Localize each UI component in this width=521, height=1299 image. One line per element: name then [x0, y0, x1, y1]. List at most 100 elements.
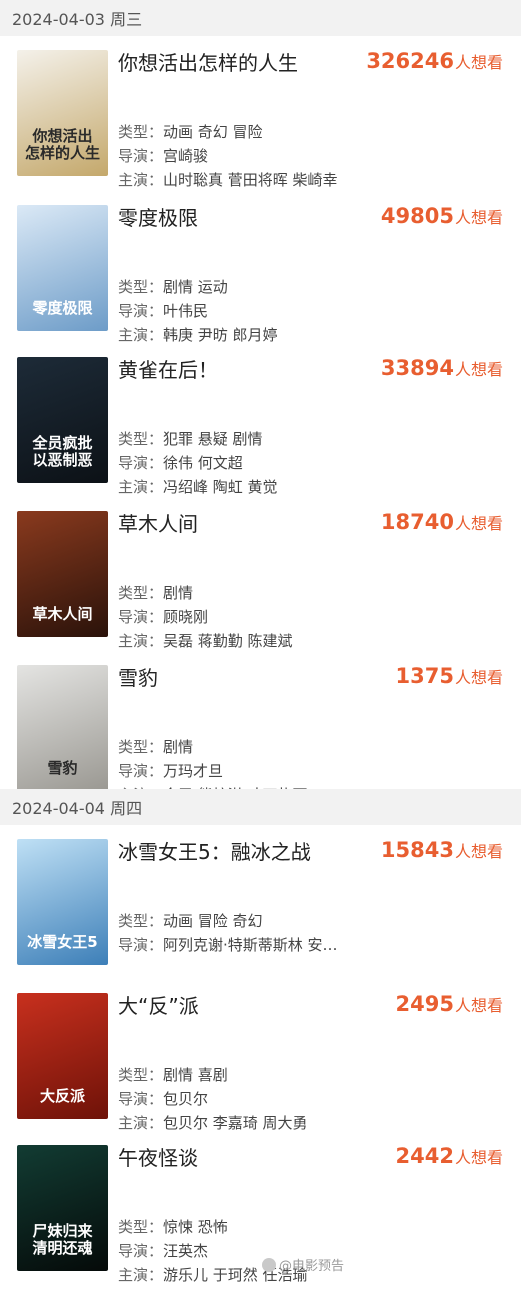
- genre-row-value: 惊悚 恐怖: [163, 1218, 228, 1236]
- genre-row-label: 类型：: [118, 1066, 164, 1084]
- director-row-value: 顾晓刚: [163, 608, 209, 626]
- director-row-label: 导演：: [118, 762, 164, 780]
- poster-title-art: 全员疯批 以恶制恶: [32, 434, 93, 469]
- director-row-label: 导演：: [118, 1242, 164, 1260]
- movie-poster[interactable]: 你想活出 怎样的人生: [17, 50, 108, 176]
- poster-title-art: 大反派: [39, 1087, 85, 1105]
- movie-item[interactable]: 你想活出 怎样的人生 你想活出怎样的人生 326246 人想看 类型：动画 奇幻 冒险 导演…: [0, 47, 521, 204]
- cast-row-label: 主演：: [118, 171, 164, 189]
- genre-row-value: 动画 冒险 奇幻: [163, 912, 263, 930]
- cast-row: 主演：韩庚 尹昉 郎月婷: [118, 324, 278, 345]
- wish-count-number: 15843: [380, 838, 454, 862]
- genre-row: 类型：剧情 运动: [118, 276, 228, 297]
- genre-row-label: 类型：: [118, 123, 164, 141]
- genre-row: 类型：动画 冒险 奇幻: [118, 910, 263, 931]
- wish-count-label: 人想看: [454, 996, 503, 1015]
- poster-title-art: 草木人间: [32, 605, 93, 623]
- movie-poster[interactable]: 冰雪女王5: [17, 839, 108, 965]
- wish-count: 33894 人想看: [381, 356, 503, 380]
- movie-title[interactable]: 雪豹: [118, 662, 158, 691]
- director-row: 导演：万玛才旦: [118, 760, 223, 781]
- director-row-value: 阿列克谢·特斯蒂斯林 安…: [163, 936, 338, 954]
- watermark-text: @电影预告: [279, 1259, 345, 1274]
- movie-item[interactable]: 大反派 大“反”派 2495 人想看 类型：剧情 喜剧 导演：包贝尔 主演：包贝尔 李嘉琦 …: [0, 990, 521, 1147]
- cast-row-label: 主演：: [118, 1266, 164, 1284]
- wish-count-number: 18740: [380, 510, 454, 534]
- cast-row-label: 主演：: [118, 1114, 164, 1132]
- poster-title-art: 你想活出 怎样的人生: [24, 127, 100, 162]
- cast-row-value: 包贝尔 李嘉琦 周大勇: [163, 1114, 308, 1132]
- director-row: 导演：包贝尔: [118, 1088, 208, 1109]
- poster-title-art: 尸妹归来 清明还魂: [32, 1222, 93, 1257]
- movie-item[interactable]: 冰雪女王5 冰雪女王5：融冰之战 15843 人想看 类型：动画 冒险 奇幻 导演：阿列克…: [0, 836, 521, 993]
- movie-item[interactable]: 全员疯批 以恶制恶 黄雀在后！ 33894 人想看类型：犯罪 悬疑 剧情 导演：徐伟 何文…: [0, 354, 521, 511]
- genre-row-label: 类型：: [118, 278, 164, 296]
- movie-poster[interactable]: 尸妹归来 清明还魂: [17, 1145, 108, 1271]
- date-header: 2024-04-03 周三: [0, 0, 521, 36]
- director-row: 导演：叶伟民: [118, 300, 208, 321]
- wish-count-label: 人想看: [454, 53, 503, 72]
- wish-count-number: 326246: [366, 49, 454, 73]
- watermark: @电影预告: [262, 1255, 344, 1274]
- cast-row: 主演：冯绍峰 陶虹 黄觉: [118, 476, 278, 497]
- genre-row: 类型：犯罪 悬疑 剧情: [118, 428, 263, 449]
- cast-row-value: 山时聡真 菅田将晖 柴崎幸: [163, 171, 338, 189]
- movie-title[interactable]: 草木人间: [118, 508, 198, 537]
- wish-count: 1375 人想看: [396, 664, 503, 688]
- director-row: 导演：阿列克谢·特斯蒂斯林 安…: [118, 934, 338, 955]
- movie-item[interactable]: 尸妹归来 清明还魂 午夜怪谈 2442 人想看 类型：惊悚 恐怖 导演：汪英杰 主演：游乐儿 …: [0, 1142, 521, 1299]
- wish-count: 326246 人想看: [366, 49, 503, 73]
- movie-item[interactable]: 零度极限 零度极限 49805 人想看 类型：剧情 运动 导演：叶伟民 主演：韩庚 尹昉 郎…: [0, 202, 521, 359]
- movie-title[interactable]: 黄雀在后！: [118, 354, 218, 383]
- director-row-label: 导演：: [118, 302, 164, 320]
- movie-title[interactable]: 午夜怪谈: [118, 1142, 198, 1171]
- genre-row-value: 犯罪 悬疑 剧情: [163, 430, 263, 448]
- director-row: 导演：顾晓刚: [118, 606, 208, 627]
- director-row-label: 导演：: [118, 454, 164, 472]
- wish-count: 18740 人想看: [381, 510, 503, 534]
- wish-count: 2442 人想看: [396, 1144, 503, 1168]
- director-row: 导演：徐伟 何文超: [118, 452, 243, 473]
- wish-count-number: 33894: [380, 356, 454, 380]
- genre-row: 类型：剧情: [118, 582, 193, 603]
- director-row-value: 宫崎骏: [163, 147, 209, 165]
- movie-title[interactable]: 零度极限: [118, 202, 198, 231]
- weibo-logo-icon: [262, 1257, 276, 1272]
- director-row-value: 包贝尔: [163, 1090, 209, 1108]
- cast-row: 主演：吴磊 蒋勤勤 陈建斌: [118, 630, 293, 651]
- genre-row-label: 类型：: [118, 738, 164, 756]
- cast-row: 主演：山时聡真 菅田将晖 柴崎幸: [118, 169, 338, 190]
- movie-title[interactable]: 冰雪女王5：融冰之战: [118, 836, 311, 865]
- wish-count-number: 49805: [380, 204, 454, 228]
- wish-count-number: 2495: [395, 992, 454, 1016]
- director-row-value: 徐伟 何文超: [163, 454, 243, 472]
- director-row-label: 导演：: [118, 147, 164, 165]
- wish-count-number: 1375: [395, 664, 454, 688]
- director-row-value: 叶伟民: [163, 302, 209, 320]
- movie-poster[interactable]: 草木人间: [17, 511, 108, 637]
- movie-poster[interactable]: 全员疯批 以恶制恶: [17, 357, 108, 483]
- genre-row-label: 类型：: [118, 1218, 164, 1236]
- wish-count: 2495 人想看: [396, 992, 503, 1016]
- movie-title[interactable]: 你想活出怎样的人生: [118, 47, 298, 76]
- genre-row-value: 剧情: [163, 738, 194, 756]
- wish-count-label: 人想看: [454, 514, 503, 533]
- genre-row-label: 类型：: [118, 584, 164, 602]
- wish-count-label: 人想看: [454, 1148, 503, 1167]
- wish-count: 15843 人想看: [381, 838, 503, 862]
- director-row-label: 导演：: [118, 1090, 164, 1108]
- cast-row-value: 吴磊 蒋勤勤 陈建斌: [163, 632, 293, 650]
- director-row-label: 导演：: [118, 936, 164, 954]
- cast-row-value: 韩庚 尹昉 郎月婷: [163, 326, 278, 344]
- poster-title-art: 零度极限: [32, 299, 93, 317]
- movie-title[interactable]: 大“反”派: [118, 990, 199, 1019]
- director-row-label: 导演：: [118, 608, 164, 626]
- director-row-value: 万玛才旦: [163, 762, 224, 780]
- movie-poster[interactable]: 雪豹: [17, 665, 108, 791]
- wish-count-label: 人想看: [454, 668, 503, 687]
- wish-count-number: 2442: [395, 1144, 454, 1168]
- movie-poster[interactable]: 大反派: [17, 993, 108, 1119]
- movie-item[interactable]: 草木人间 草木人间 18740 人想看 类型：剧情 导演：顾晓刚 主演：吴磊 蒋勤勤 陈建斌: [0, 508, 521, 665]
- movie-poster[interactable]: 零度极限: [17, 205, 108, 331]
- cast-row-label: 主演：: [118, 478, 164, 496]
